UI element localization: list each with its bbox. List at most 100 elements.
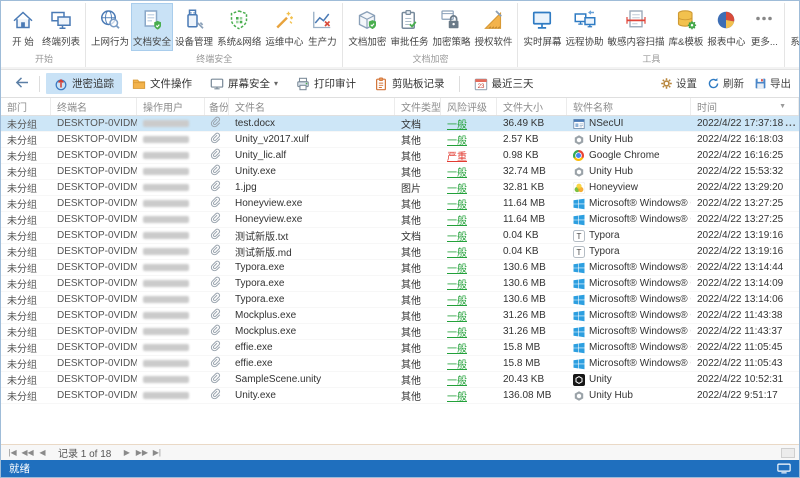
table-row[interactable]: 未分组 DESKTOP-0VIDMDJ Unity.exe 其他 一般 32.74 MB U… <box>1 164 799 180</box>
column-header[interactable]: 终端名 <box>51 98 137 115</box>
ribbon-item-box-shield[interactable]: 文档加密 <box>346 3 388 51</box>
ribbon-item-home[interactable]: 开 始 <box>6 3 40 51</box>
pager-prev-page-button[interactable]: ◀◀ <box>20 448 35 457</box>
ribbon-item-monitor[interactable]: 实时屏幕 <box>521 3 563 51</box>
table-row[interactable]: 未分组 DESKTOP-0VIDMDJ Honeyview.exe 其他 一般 11.64… <box>1 212 799 228</box>
column-header-label: 备份 <box>209 103 229 114</box>
risk-badge[interactable]: 一般 <box>447 132 467 147</box>
table-row[interactable]: 未分组 DESKTOP-0VIDMDJ test.docx 文档 一般 36.49 KB N… <box>1 116 799 132</box>
ribbon-item-scan[interactable]: 敏感内容扫描 <box>606 3 667 51</box>
ribbon-item-terminals[interactable]: 终端列表 <box>40 3 82 51</box>
time-value: 2022/4/22 13:27:25 <box>697 214 784 225</box>
file-size-cell: 11.64 MB <box>503 198 546 209</box>
table-row[interactable]: 未分组 DESKTOP-0VIDMDJ 1.jpg 图片 一般 32.81 KB Honey… <box>1 180 799 196</box>
risk-cell: 一般 <box>441 324 497 339</box>
table-row[interactable]: 未分组 DESKTOP-0VIDMDJ Mockplus.exe 其他 一般 31.26 … <box>1 308 799 324</box>
risk-badge[interactable]: 一般 <box>447 372 467 387</box>
table-row[interactable]: 未分组 DESKTOP-0VIDMDJ effie.exe 其他 一般 15.8 MB Mi… <box>1 340 799 356</box>
column-header[interactable]: 文件名 <box>229 98 395 115</box>
settings-button[interactable]: 设置 <box>660 76 697 91</box>
table-row[interactable]: 未分组 DESKTOP-0VIDMDJ SampleScene.unity 其他 一般 2… <box>1 372 799 388</box>
ribbon-item-ruler[interactable]: 授权软件 <box>472 3 514 51</box>
toolbar-button-printer[interactable]: 打印审计 <box>288 73 364 94</box>
risk-badge[interactable]: 严重 <box>447 148 467 163</box>
toolbar-button-clip-record[interactable]: 剪贴板记录 <box>366 73 453 94</box>
toolbar-button-screen[interactable]: 屏幕安全 ▾ <box>202 73 286 94</box>
column-header[interactable]: 部门 <box>1 98 51 115</box>
time-cell: 2022/4/22 13:14:06 <box>691 292 799 307</box>
risk-badge[interactable]: 一般 <box>447 212 467 227</box>
ribbon-item-more[interactable]: 更多... <box>747 3 781 51</box>
ribbon-item-clipboard[interactable]: 审批任务 <box>388 3 430 51</box>
user-cell <box>137 244 205 259</box>
table-row[interactable]: 未分组 DESKTOP-0VIDMDJ Unity_lic.alf 其他 严重 0.98 … <box>1 148 799 164</box>
ribbon-item-lock[interactable]: 加密策略 <box>430 3 472 51</box>
ribbon-item-remote[interactable]: 远程协助 <box>564 3 606 51</box>
table-row[interactable]: 未分组 DESKTOP-0VIDMDJ Typora.exe 其他 一般 130.6 MB… <box>1 292 799 308</box>
column-header[interactable]: 文件类型 <box>395 98 441 115</box>
table-row[interactable]: 未分组 DESKTOP-0VIDMDJ 测试新版.txt 文档 一般 0.04 KB T Ty… <box>1 228 799 244</box>
pager-prev-button[interactable]: ◀ <box>35 448 50 457</box>
ribbon-item-device[interactable]: 设备管理 <box>173 3 215 51</box>
column-header[interactable]: 软件名称 <box>567 98 691 115</box>
table-row[interactable]: 未分组 DESKTOP-0VIDMDJ Mockplus.exe 其他 一般 31.26 … <box>1 324 799 340</box>
pager-last-button[interactable]: ▶| <box>149 448 164 457</box>
column-header[interactable]: 时间 ▼ <box>691 98 799 115</box>
table-row[interactable]: 未分组 DESKTOP-0VIDMDJ effie.exe 其他 一般 15.8 MB Mi… <box>1 356 799 372</box>
app-cell: Microsoft® Windows® Oper... <box>567 356 691 371</box>
table-row[interactable]: 未分组 DESKTOP-0VIDMDJ Typora.exe 其他 一般 130.6 MB… <box>1 276 799 292</box>
ribbon-item-database[interactable]: 库&模板 <box>667 3 706 51</box>
risk-badge[interactable]: 一般 <box>447 292 467 307</box>
column-header[interactable]: 备份 <box>205 98 229 115</box>
risk-badge[interactable]: 一般 <box>447 308 467 323</box>
paperclip-icon <box>209 148 221 163</box>
ribbon-item-label: 设备管理 <box>175 37 214 48</box>
risk-badge[interactable]: 一般 <box>447 260 467 275</box>
table-row[interactable]: 未分组 DESKTOP-0VIDMDJ Typora.exe 其他 一般 130.6 MB… <box>1 260 799 276</box>
risk-badge[interactable]: 一般 <box>447 324 467 339</box>
table-row[interactable]: 未分组 DESKTOP-0VIDMDJ Unity_v2017.xulf 其他 一般 2.… <box>1 132 799 148</box>
risk-badge[interactable]: 一般 <box>447 244 467 259</box>
risk-badge[interactable]: 一般 <box>447 116 467 131</box>
export-button[interactable]: 导出 <box>754 76 791 91</box>
column-header[interactable]: 操作用户 <box>137 98 205 115</box>
table-row[interactable]: 未分组 DESKTOP-0VIDMDJ Honeyview.exe 其他 一般 11.64… <box>1 196 799 212</box>
column-header[interactable]: 文件大小 <box>497 98 567 115</box>
table-row[interactable]: 未分组 DESKTOP-0VIDMDJ 测试新版.md 其他 一般 0.04 KB T Typ… <box>1 244 799 260</box>
ribbon-item-shield[interactable]: 系统&网络 <box>215 3 263 51</box>
risk-badge[interactable]: 一般 <box>447 340 467 355</box>
ribbon-item-globe[interactable]: 上网行为 <box>89 3 131 51</box>
export-icon <box>754 77 767 90</box>
ribbon-item-gear[interactable]: 系统设置 <box>788 3 800 51</box>
risk-cell: 一般 <box>441 276 497 291</box>
risk-badge[interactable]: 一般 <box>447 164 467 179</box>
row-more-button[interactable]: ... <box>783 118 798 129</box>
refresh-button[interactable]: 刷新 <box>707 76 744 91</box>
risk-badge[interactable]: 一般 <box>447 388 467 403</box>
back-button[interactable] <box>9 74 33 94</box>
column-header[interactable]: 风险评级 <box>441 98 497 115</box>
pager-first-button[interactable]: |◀ <box>5 448 20 457</box>
risk-badge[interactable]: 一般 <box>447 196 467 211</box>
app-name: Honeyview <box>589 182 638 193</box>
filter-dropdown-icon[interactable]: ▼ <box>779 103 786 110</box>
date-filter-button[interactable]: 23 最近三天 <box>466 73 542 94</box>
table-body: 未分组DESKTOP-0VIDMDJtest.docx文档一般36.49 KBN… <box>1 116 799 404</box>
ribbon-item-doc-shield[interactable]: 文档安全 <box>131 3 174 51</box>
toolbar-button-folder[interactable]: 文件操作 <box>124 73 200 94</box>
risk-badge[interactable]: 一般 <box>447 276 467 291</box>
pager-next-button[interactable]: ▶ <box>119 448 134 457</box>
risk-badge[interactable]: 一般 <box>447 180 467 195</box>
pager-next-page-button[interactable]: ▶▶ <box>134 448 149 457</box>
status-bar: 就绪 <box>1 460 799 477</box>
dept-cell: 未分组 <box>7 264 37 275</box>
scrollbar-thumb[interactable] <box>781 447 795 458</box>
table-row[interactable]: 未分组 DESKTOP-0VIDMDJ Unity.exe 其他 一般 136.08 MB… <box>1 388 799 404</box>
risk-badge[interactable]: 一般 <box>447 228 467 243</box>
ribbon-item-pie[interactable]: 报表中心 <box>705 3 747 51</box>
ribbon-item-wand[interactable]: 运维中心 <box>263 3 305 51</box>
toolbar-button-trace[interactable]: 泄密追踪 <box>46 73 122 94</box>
file-name-cell: Typora.exe <box>235 262 285 273</box>
risk-badge[interactable]: 一般 <box>447 356 467 371</box>
ribbon-item-chart[interactable]: 生产力 <box>305 3 339 51</box>
